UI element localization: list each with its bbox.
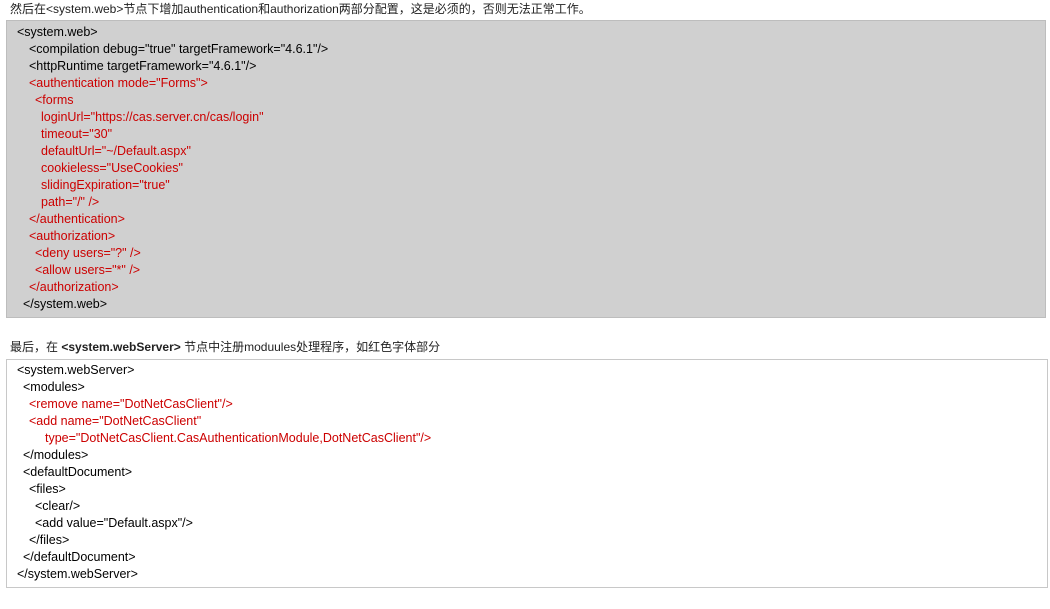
code-line: <allow users="*" /> (35, 263, 141, 277)
code-line: path="/" /> (41, 195, 100, 209)
code-line: </system.webServer> (17, 567, 138, 581)
code-line: cookieless="UseCookies" (41, 161, 183, 175)
code-line: slidingExpiration="true" (41, 178, 170, 192)
code-line: </files> (29, 533, 70, 547)
code-line: defaultUrl="~/Default.aspx" (41, 144, 191, 158)
code-line: <system.web> (17, 25, 98, 39)
code-line: <compilation debug="true" targetFramewor… (29, 42, 329, 56)
intro-paragraph-system-web: 然后在<system.web>节点下增加authentication和autho… (10, 2, 591, 16)
intro-suffix: 节点中注册moduules处理程序，如红色字体部分 (180, 340, 441, 354)
code-line: <remove name="DotNetCasClient"/> (29, 397, 233, 411)
code-block-system-web: <system.web> <compilation debug="true" t… (6, 20, 1046, 318)
code-line: <system.webServer> (17, 363, 135, 377)
code-line: <httpRuntime targetFramework="4.6.1"/> (29, 59, 257, 73)
intro-bold-tag: <system.webServer> (61, 340, 181, 354)
code-line: </system.web> (23, 297, 108, 311)
code-line: </authentication> (29, 212, 125, 226)
code-block-system-webserver: <system.webServer> <modules> <remove nam… (6, 359, 1048, 588)
code-line: type="DotNetCasClient.CasAuthenticationM… (45, 431, 432, 445)
code-line: <deny users="?" /> (35, 246, 141, 260)
code-line: <forms (35, 93, 74, 107)
code-line: <authentication mode="Forms"> (29, 76, 208, 90)
code-line: <add value="Default.aspx"/> (35, 516, 193, 530)
code-line: <modules> (23, 380, 85, 394)
code-line: loginUrl="https://cas.server.cn/cas/logi… (41, 110, 264, 124)
intro-paragraph-system-webserver: 最后，在 <system.webServer> 节点中注册moduules处理程… (10, 339, 440, 355)
code-line: <add name="DotNetCasClient" (29, 414, 202, 428)
code-line: <clear/> (35, 499, 81, 513)
code-line: </authorization> (29, 280, 119, 294)
code-line: </modules> (23, 448, 89, 462)
code-line: <defaultDocument> (23, 465, 133, 479)
code-line: timeout="30" (41, 127, 113, 141)
intro-prefix: 最后，在 (10, 340, 62, 354)
code-line: <authorization> (29, 229, 116, 243)
code-line: <files> (29, 482, 66, 496)
code-line: </defaultDocument> (23, 550, 136, 564)
